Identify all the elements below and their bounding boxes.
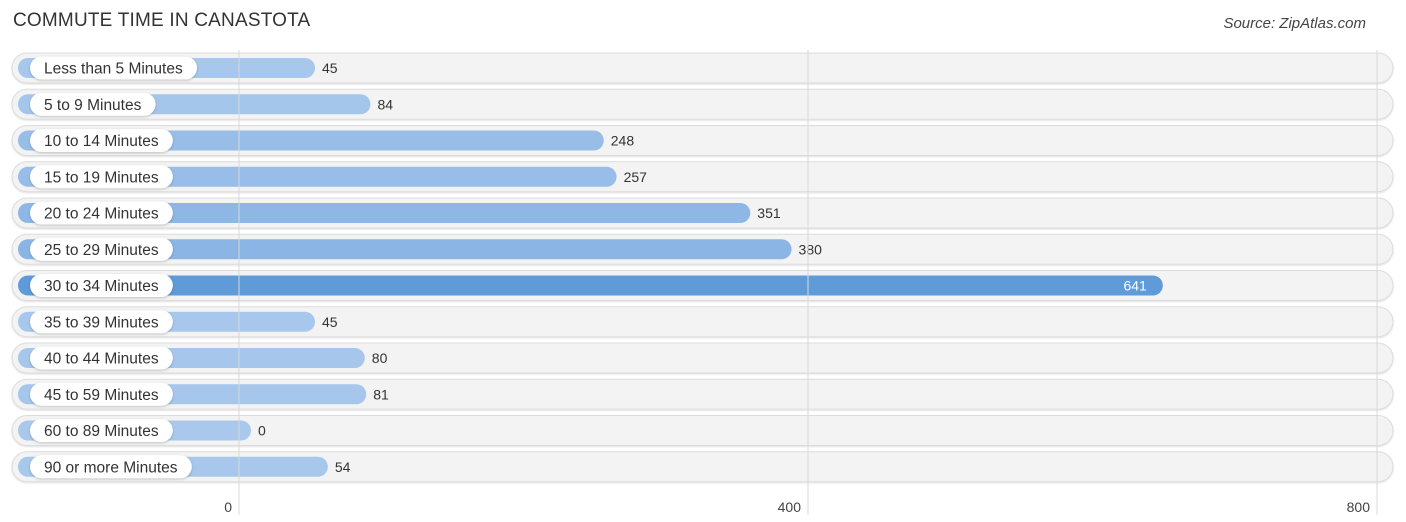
value-label: 380 xyxy=(799,241,823,257)
category-label: 35 to 39 Minutes xyxy=(44,314,159,331)
category-label: 10 to 14 Minutes xyxy=(44,133,159,150)
value-label: 641 xyxy=(1123,278,1147,294)
x-tick-label: 400 xyxy=(778,499,802,515)
bar-group: 10 to 14 Minutes 248 xyxy=(18,129,634,152)
bar-group: 30 to 34 Minutes 641 xyxy=(18,274,1163,297)
bar-group: 5 to 9 Minutes 84 xyxy=(18,92,393,116)
bar xyxy=(18,275,1163,296)
bars: Less than 5 Minutes 45 5 to 9 Minutes 84 10 … xyxy=(18,56,1163,479)
value-label: 81 xyxy=(373,386,389,402)
category-label: 40 to 44 Minutes xyxy=(44,351,159,368)
value-label: 45 xyxy=(322,314,338,330)
value-label: 351 xyxy=(757,205,781,221)
x-tick-label: 0 xyxy=(224,499,232,515)
value-label: 80 xyxy=(372,350,388,366)
value-label: 0 xyxy=(258,423,266,439)
category-label: 25 to 29 Minutes xyxy=(44,242,159,259)
bar-group: 15 to 19 Minutes 257 xyxy=(18,165,648,189)
bar-group: 90 or more Minutes 54 xyxy=(18,455,351,479)
category-label: 15 to 19 Minutes xyxy=(44,169,159,186)
bar-rows xyxy=(11,52,1394,483)
value-label: 257 xyxy=(624,169,648,185)
value-label: 248 xyxy=(611,133,635,149)
bar-group: 35 to 39 Minutes 45 xyxy=(18,310,338,334)
bar-group: Less than 5 Minutes 45 xyxy=(18,56,338,80)
bar-group: 45 to 59 Minutes 81 xyxy=(18,382,389,406)
bar-group: 60 to 89 Minutes 0 xyxy=(18,419,266,442)
bar-group: 40 to 44 Minutes 80 xyxy=(18,346,388,370)
category-label: 60 to 89 Minutes xyxy=(44,423,159,440)
bar-group: 25 to 29 Minutes 380 xyxy=(18,237,823,261)
category-label: 30 to 34 Minutes xyxy=(44,278,159,295)
x-axis: 0 400 800 xyxy=(224,499,1370,515)
value-label: 84 xyxy=(377,96,393,112)
x-tick-label: 800 xyxy=(1347,499,1371,515)
category-label: 20 to 24 Minutes xyxy=(44,206,159,223)
bar-group: 20 to 24 Minutes 351 xyxy=(18,201,781,225)
value-label: 45 xyxy=(322,60,338,76)
category-label: Less than 5 Minutes xyxy=(44,61,183,78)
category-label: 45 to 59 Minutes xyxy=(44,387,159,404)
value-label: 54 xyxy=(335,459,351,475)
bar-chart: Less than 5 Minutes 45 5 to 9 Minutes 84 10 … xyxy=(11,50,1394,515)
category-label: 5 to 9 Minutes xyxy=(44,97,142,114)
category-label: 90 or more Minutes xyxy=(44,459,178,476)
